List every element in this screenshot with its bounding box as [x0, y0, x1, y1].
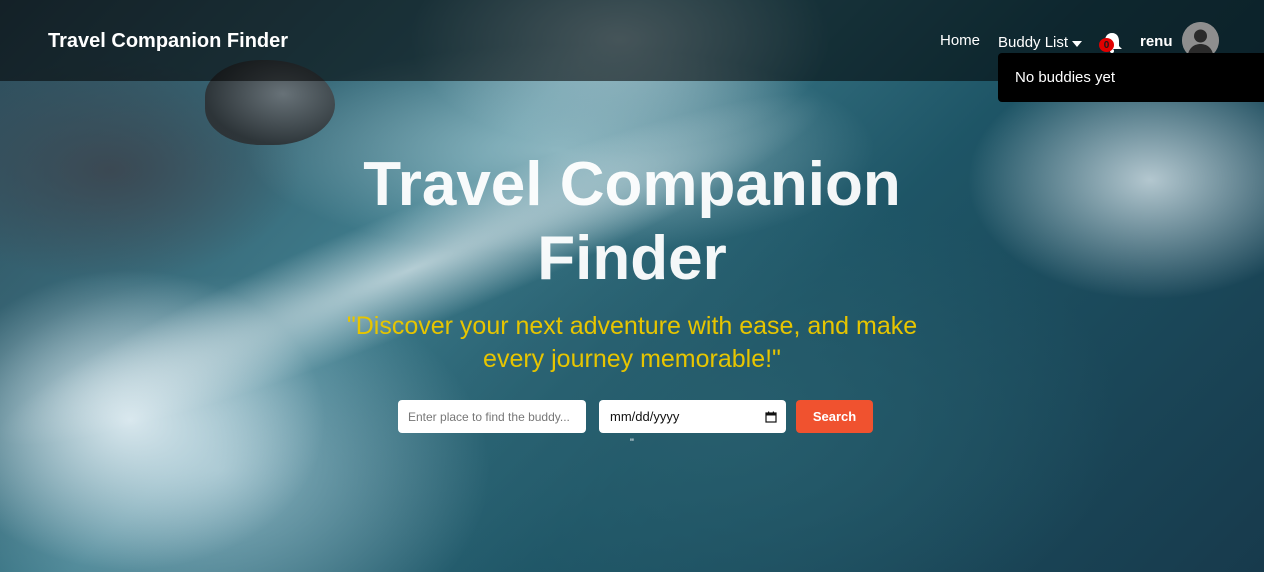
nav-home-link[interactable]: Home — [940, 32, 980, 49]
search-button[interactable]: Search — [796, 400, 873, 433]
buddy-list-dropdown: No buddies yet — [998, 53, 1264, 102]
page-background: Travel Companion Finder Home Buddy List … — [0, 0, 1264, 572]
notification-badge: 0 — [1099, 38, 1114, 52]
hero-tagline: "Discover your next adventure with ease,… — [346, 312, 918, 373]
buddy-list-toggle[interactable]: Buddy List — [998, 34, 1083, 51]
username-label[interactable]: renu — [1140, 33, 1173, 50]
hero-title: Travel Companion Finder — [363, 150, 901, 293]
caret-down-icon — [1072, 40, 1083, 47]
stray-text: " — [630, 437, 634, 449]
place-search-input[interactable] — [398, 400, 586, 433]
buddy-list-label: Buddy List — [998, 34, 1069, 51]
brand-title[interactable]: Travel Companion Finder — [48, 30, 288, 53]
date-input-value: mm/dd/yyyy — [610, 409, 680, 424]
dropdown-item-empty: No buddies yet — [1015, 69, 1116, 86]
calendar-icon[interactable] — [765, 411, 777, 423]
date-input[interactable]: mm/dd/yyyy — [599, 400, 786, 433]
